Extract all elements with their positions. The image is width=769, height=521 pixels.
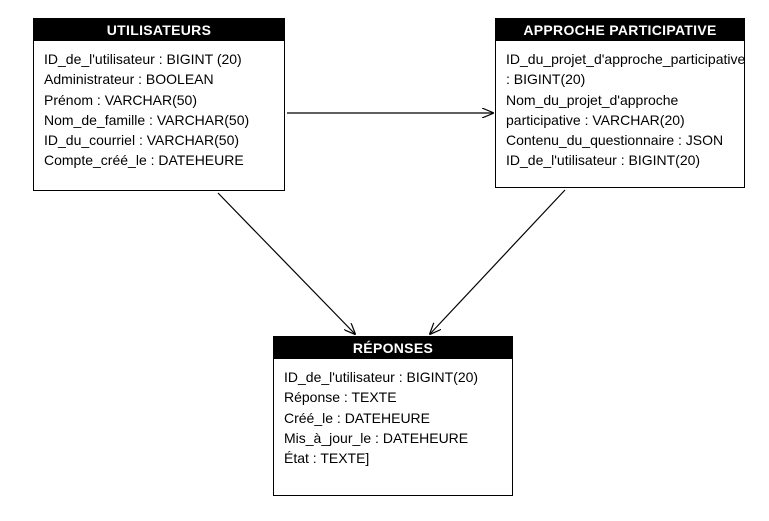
field: Prénom : VARCHAR(50): [44, 90, 274, 110]
entity-users: UTILISATEURS ID_de_l'utilisateur : BIGIN…: [33, 18, 285, 191]
field: Mis_à_jour_le : DATEHEURE: [284, 428, 502, 448]
field: Créé_le : DATEHEURE: [284, 408, 502, 428]
field: Réponse : TEXTE: [284, 387, 502, 407]
arrow-users-to-responses: [218, 193, 355, 334]
entity-responses-title: RÉPONSES: [274, 337, 512, 359]
field: Contenu_du_questionnaire : JSON: [506, 130, 734, 150]
field: ID_de_l'utilisateur : BIGINT(20): [284, 367, 502, 387]
field: Nom_de_famille : VARCHAR(50): [44, 110, 274, 130]
entity-users-title: UTILISATEURS: [34, 19, 284, 41]
entity-responses: RÉPONSES ID_de_l'utilisateur : BIGINT(20…: [273, 336, 513, 496]
entity-approach-title: APPROCHE PARTICIPATIVE: [496, 19, 744, 41]
field: Nom_du_projet_d'approche participative :…: [506, 90, 734, 131]
field: ID_de_l'utilisateur : BIGINT(20): [506, 150, 734, 170]
entity-users-body: ID_de_l'utilisateur : BIGINT (20) Admini…: [34, 41, 284, 185]
entity-approach: APPROCHE PARTICIPATIVE ID_du_projet_d'ap…: [495, 18, 745, 188]
arrow-approach-to-responses: [430, 190, 565, 334]
field: ID_de_l'utilisateur : BIGINT (20): [44, 49, 274, 69]
field: Administrateur : BOOLEAN: [44, 69, 274, 89]
field: ID_du_courriel : VARCHAR(50): [44, 130, 274, 150]
entity-approach-body: ID_du_projet_d'approche_participative : …: [496, 41, 744, 185]
field: État : TEXTE]: [284, 448, 502, 468]
field: Compte_créé_le : DATEHEURE: [44, 150, 274, 170]
entity-responses-body: ID_de_l'utilisateur : BIGINT(20) Réponse…: [274, 359, 512, 482]
field: ID_du_projet_d'approche_participative : …: [506, 49, 734, 90]
